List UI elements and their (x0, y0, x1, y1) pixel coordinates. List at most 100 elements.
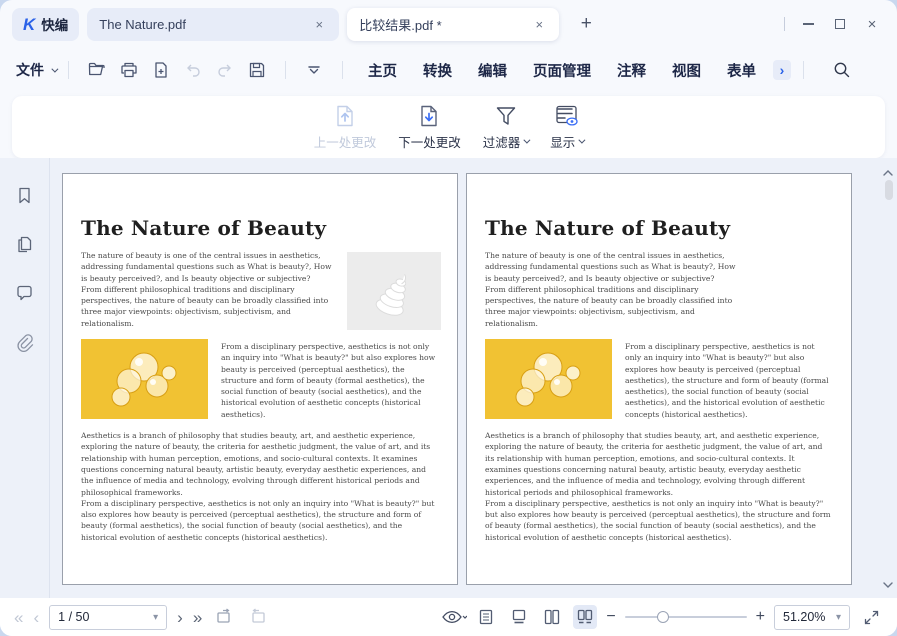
intro-paragraph: The nature of beauty is one of the centr… (81, 250, 333, 329)
window-controls: × (784, 11, 885, 37)
tab-bar: K 快编 The Nature.pdf × 比较结果.pdf * × + × (0, 0, 897, 48)
menu-item-edit[interactable]: 编辑 (478, 60, 507, 81)
pages-panel-button[interactable] (14, 233, 36, 255)
attachment-icon (15, 333, 34, 352)
view-mode-button[interactable] (441, 605, 465, 629)
previous-change-label: 上一处更改 (314, 132, 377, 151)
final-paragraph: From a disciplinary perspective, aesthet… (81, 498, 439, 543)
zoom-level-select[interactable]: 51.20% ▾ (774, 605, 850, 630)
search-button[interactable] (828, 56, 856, 84)
redo-button[interactable] (211, 56, 239, 84)
print-button[interactable] (115, 56, 143, 84)
divider (342, 61, 343, 79)
status-bar: « ‹ 1 / 50 ▾ › » (0, 598, 897, 636)
page-navigation: « ‹ 1 / 50 ▾ › » (14, 605, 270, 630)
bookmarks-panel-button[interactable] (14, 184, 36, 206)
comments-panel-button[interactable] (14, 282, 36, 304)
chevron-down-icon (524, 137, 531, 144)
single-page-layout-icon (477, 608, 495, 626)
app-logo-chip[interactable]: K 快编 (12, 8, 79, 41)
tab-compare-result-pdf[interactable]: 比较结果.pdf * × (347, 8, 559, 41)
next-change-icon (416, 103, 442, 129)
more-menus-button[interactable]: › (773, 60, 791, 80)
single-page-layout-button[interactable] (474, 605, 498, 629)
undo-button[interactable] (179, 56, 207, 84)
file-menu-label: 文件 (16, 60, 44, 80)
filter-button[interactable]: 过滤器 (483, 103, 529, 151)
disciplinary-paragraph: From a disciplinary perspective, aesthet… (625, 339, 833, 420)
menu-item-home[interactable]: 主页 (368, 60, 397, 81)
previous-view-icon (214, 608, 234, 626)
close-button[interactable]: × (859, 11, 885, 37)
previous-change-button[interactable]: 上一处更改 (314, 103, 377, 151)
file-menu-button[interactable]: 文件 (16, 60, 56, 80)
collapse-toolbar-button[interactable] (300, 56, 328, 84)
maximize-icon (835, 19, 845, 29)
search-icon (832, 60, 852, 80)
final-paragraph: From a disciplinary perspective, aesthet… (485, 498, 833, 543)
first-page-button[interactable]: « (14, 609, 23, 626)
bubbles-image (485, 339, 612, 419)
page-number-input[interactable]: 1 / 50 ▾ (49, 605, 167, 630)
chevron-down-icon: ▾ (153, 612, 158, 623)
menu-item-annotate[interactable]: 注释 (617, 60, 646, 81)
chevron-down-icon: ▾ (836, 612, 841, 623)
fullscreen-icon (863, 609, 880, 626)
save-button[interactable] (243, 56, 271, 84)
scroll-down-button[interactable] (882, 576, 894, 594)
disciplinary-paragraph: From a disciplinary perspective, aesthet… (221, 339, 439, 420)
next-view-icon (248, 608, 268, 626)
open-folder-icon (87, 60, 107, 80)
app-window: K 快编 The Nature.pdf × 比较结果.pdf * × + × 文… (0, 0, 897, 636)
facing-layout-button[interactable] (540, 605, 564, 629)
chevron-down-icon (579, 137, 586, 144)
compare-toolbar: 上一处更改 下一处更改 过滤器 显示 (12, 96, 885, 158)
menu-item-convert[interactable]: 转换 (423, 60, 452, 81)
next-view-button[interactable] (246, 605, 270, 629)
attachments-panel-button[interactable] (14, 331, 36, 353)
zoom-out-button[interactable]: − (606, 608, 615, 626)
left-panel-bar (0, 158, 50, 598)
zoom-in-button[interactable]: + (756, 608, 765, 626)
printer-icon (119, 60, 139, 80)
facing-layout-icon (543, 608, 561, 626)
bookmark-icon (15, 186, 34, 205)
previous-page-button[interactable]: ‹ (33, 609, 39, 626)
bubbles-image (81, 339, 208, 419)
next-page-button[interactable]: › (177, 609, 183, 626)
facing-continuous-layout-button[interactable] (573, 605, 597, 629)
maximize-button[interactable] (827, 11, 853, 37)
show-label: 显示 (550, 132, 583, 151)
view-zoom-controls: − + 51.20% ▾ (441, 605, 883, 630)
tab-close-icon[interactable]: × (531, 16, 547, 32)
scrollbar-thumb[interactable] (885, 180, 893, 200)
menu-item-forms[interactable]: 表单 (727, 60, 756, 81)
previous-view-button[interactable] (212, 605, 236, 629)
menu-item-view[interactable]: 视图 (672, 60, 701, 81)
swirl-image (347, 252, 441, 330)
tab-the-nature-pdf[interactable]: The Nature.pdf × (87, 8, 339, 41)
minimize-button[interactable] (795, 11, 821, 37)
next-change-label: 下一处更改 (398, 132, 461, 151)
continuous-layout-button[interactable] (507, 605, 531, 629)
new-tab-button[interactable]: + (573, 11, 599, 37)
zoom-slider[interactable] (625, 608, 747, 626)
menu-bar: 文件 主页 转换 编辑 页面管理 (0, 48, 897, 92)
zoom-level-value: 51.20% (783, 610, 825, 624)
new-document-button[interactable] (147, 56, 175, 84)
next-change-button[interactable]: 下一处更改 (398, 103, 461, 151)
show-button[interactable]: 显示 (550, 103, 583, 151)
menu-item-page-management[interactable]: 页面管理 (533, 60, 591, 81)
branch-paragraph: Aesthetics is a branch of philosophy tha… (81, 430, 439, 498)
chevron-down-icon (882, 581, 894, 589)
chevron-down-icon (51, 65, 58, 72)
open-file-button[interactable] (83, 56, 111, 84)
tab-close-icon[interactable]: × (311, 16, 327, 32)
divider (68, 61, 69, 79)
last-page-button[interactable]: » (193, 609, 202, 626)
pdf-page-left: The Nature of Beauty The nature of beaut… (62, 173, 458, 585)
zoom-slider-thumb[interactable] (657, 611, 669, 623)
fullscreen-button[interactable] (859, 605, 883, 629)
divider (784, 17, 785, 31)
pdf-page-right: The Nature of Beauty The nature of beaut… (466, 173, 852, 585)
